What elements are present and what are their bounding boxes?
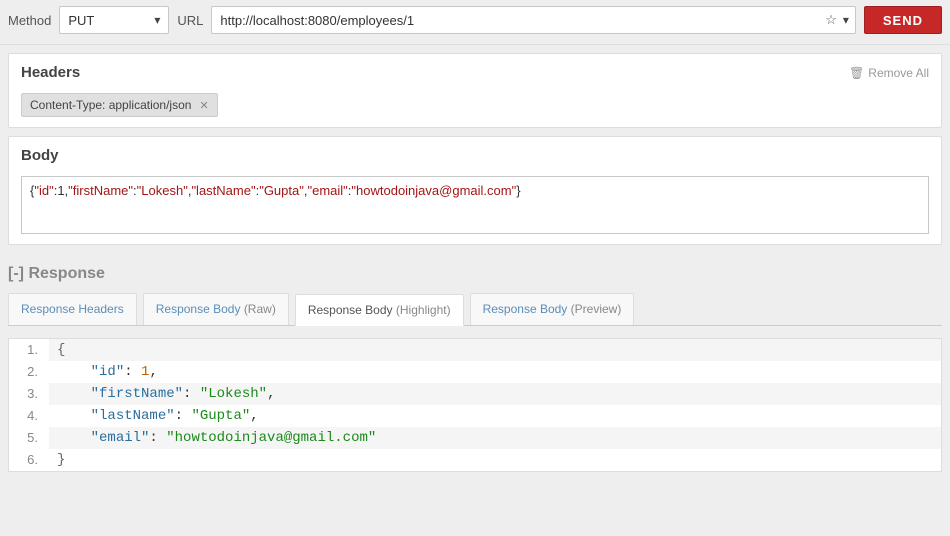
- code-text: "email": "howtodoinjava@gmail.com": [49, 427, 941, 449]
- remove-all-button[interactable]: 🗑 Remove All: [849, 66, 929, 80]
- tab-response-1[interactable]: Response Body (Raw): [143, 293, 289, 325]
- code-text: {: [49, 339, 941, 361]
- header-chips: Content-Type: application/json ✕: [21, 93, 929, 117]
- url-value: http://localhost:8080/employees/1: [220, 13, 414, 28]
- code-line: 4. "lastName": "Gupta",: [9, 405, 941, 427]
- star-icon[interactable]: ☆: [825, 12, 837, 28]
- line-number: 3.: [9, 383, 49, 405]
- code-text: }: [49, 449, 941, 471]
- url-input[interactable]: http://localhost:8080/employees/1 ☆ ▾: [211, 6, 855, 34]
- tab-response-0[interactable]: Response Headers: [8, 293, 137, 325]
- line-number: 6.: [9, 449, 49, 471]
- trash-icon: 🗑: [849, 66, 864, 80]
- headers-panel: Headers 🗑 Remove All Content-Type: appli…: [8, 53, 942, 128]
- code-text: "firstName": "Lokesh",: [49, 383, 941, 405]
- tab-response-3[interactable]: Response Body (Preview): [470, 293, 635, 325]
- headers-title: Headers: [21, 64, 80, 81]
- response-code-block: 1.{2. "id": 1,3. "firstName": "Lokesh",4…: [8, 338, 942, 472]
- line-number: 4.: [9, 405, 49, 427]
- body-panel: Body {"id":1,"firstName":"Lokesh","lastN…: [8, 136, 942, 245]
- line-number: 5.: [9, 427, 49, 449]
- body-textarea[interactable]: {"id":1,"firstName":"Lokesh","lastName":…: [21, 176, 929, 234]
- response-title-text: Response: [28, 265, 104, 282]
- tab-response-2[interactable]: Response Body (Highlight): [295, 294, 464, 326]
- chevron-down-icon[interactable]: ▾: [843, 13, 849, 27]
- code-line: 6.}: [9, 449, 941, 471]
- code-text: "lastName": "Gupta",: [49, 405, 941, 427]
- send-button[interactable]: SEND: [864, 6, 942, 34]
- code-line: 3. "firstName": "Lokesh",: [9, 383, 941, 405]
- chevron-down-icon: ▾: [154, 13, 160, 27]
- response-section: [-] Response Response HeadersResponse Bo…: [8, 265, 942, 472]
- url-label: URL: [177, 13, 203, 28]
- code-line: 1.{: [9, 339, 941, 361]
- code-text: "id": 1,: [49, 361, 941, 383]
- response-tabs: Response HeadersResponse Body (Raw)Respo…: [8, 293, 942, 326]
- code-line: 5. "email": "howtodoinjava@gmail.com": [9, 427, 941, 449]
- method-value: PUT: [68, 13, 94, 28]
- body-title: Body: [21, 147, 59, 164]
- code-line: 2. "id": 1,: [9, 361, 941, 383]
- header-chip-text: Content-Type: application/json: [30, 98, 191, 112]
- request-bar: Method PUT ▾ URL http://localhost:8080/e…: [0, 0, 950, 45]
- method-select[interactable]: PUT ▾: [59, 6, 169, 34]
- method-label: Method: [8, 13, 51, 28]
- header-chip[interactable]: Content-Type: application/json ✕: [21, 93, 218, 117]
- line-number: 2.: [9, 361, 49, 383]
- remove-all-label: Remove All: [868, 66, 929, 80]
- line-number: 1.: [9, 339, 49, 361]
- collapse-toggle[interactable]: [-]: [8, 265, 24, 282]
- response-title[interactable]: [-] Response: [8, 265, 942, 283]
- close-icon[interactable]: ✕: [199, 99, 208, 112]
